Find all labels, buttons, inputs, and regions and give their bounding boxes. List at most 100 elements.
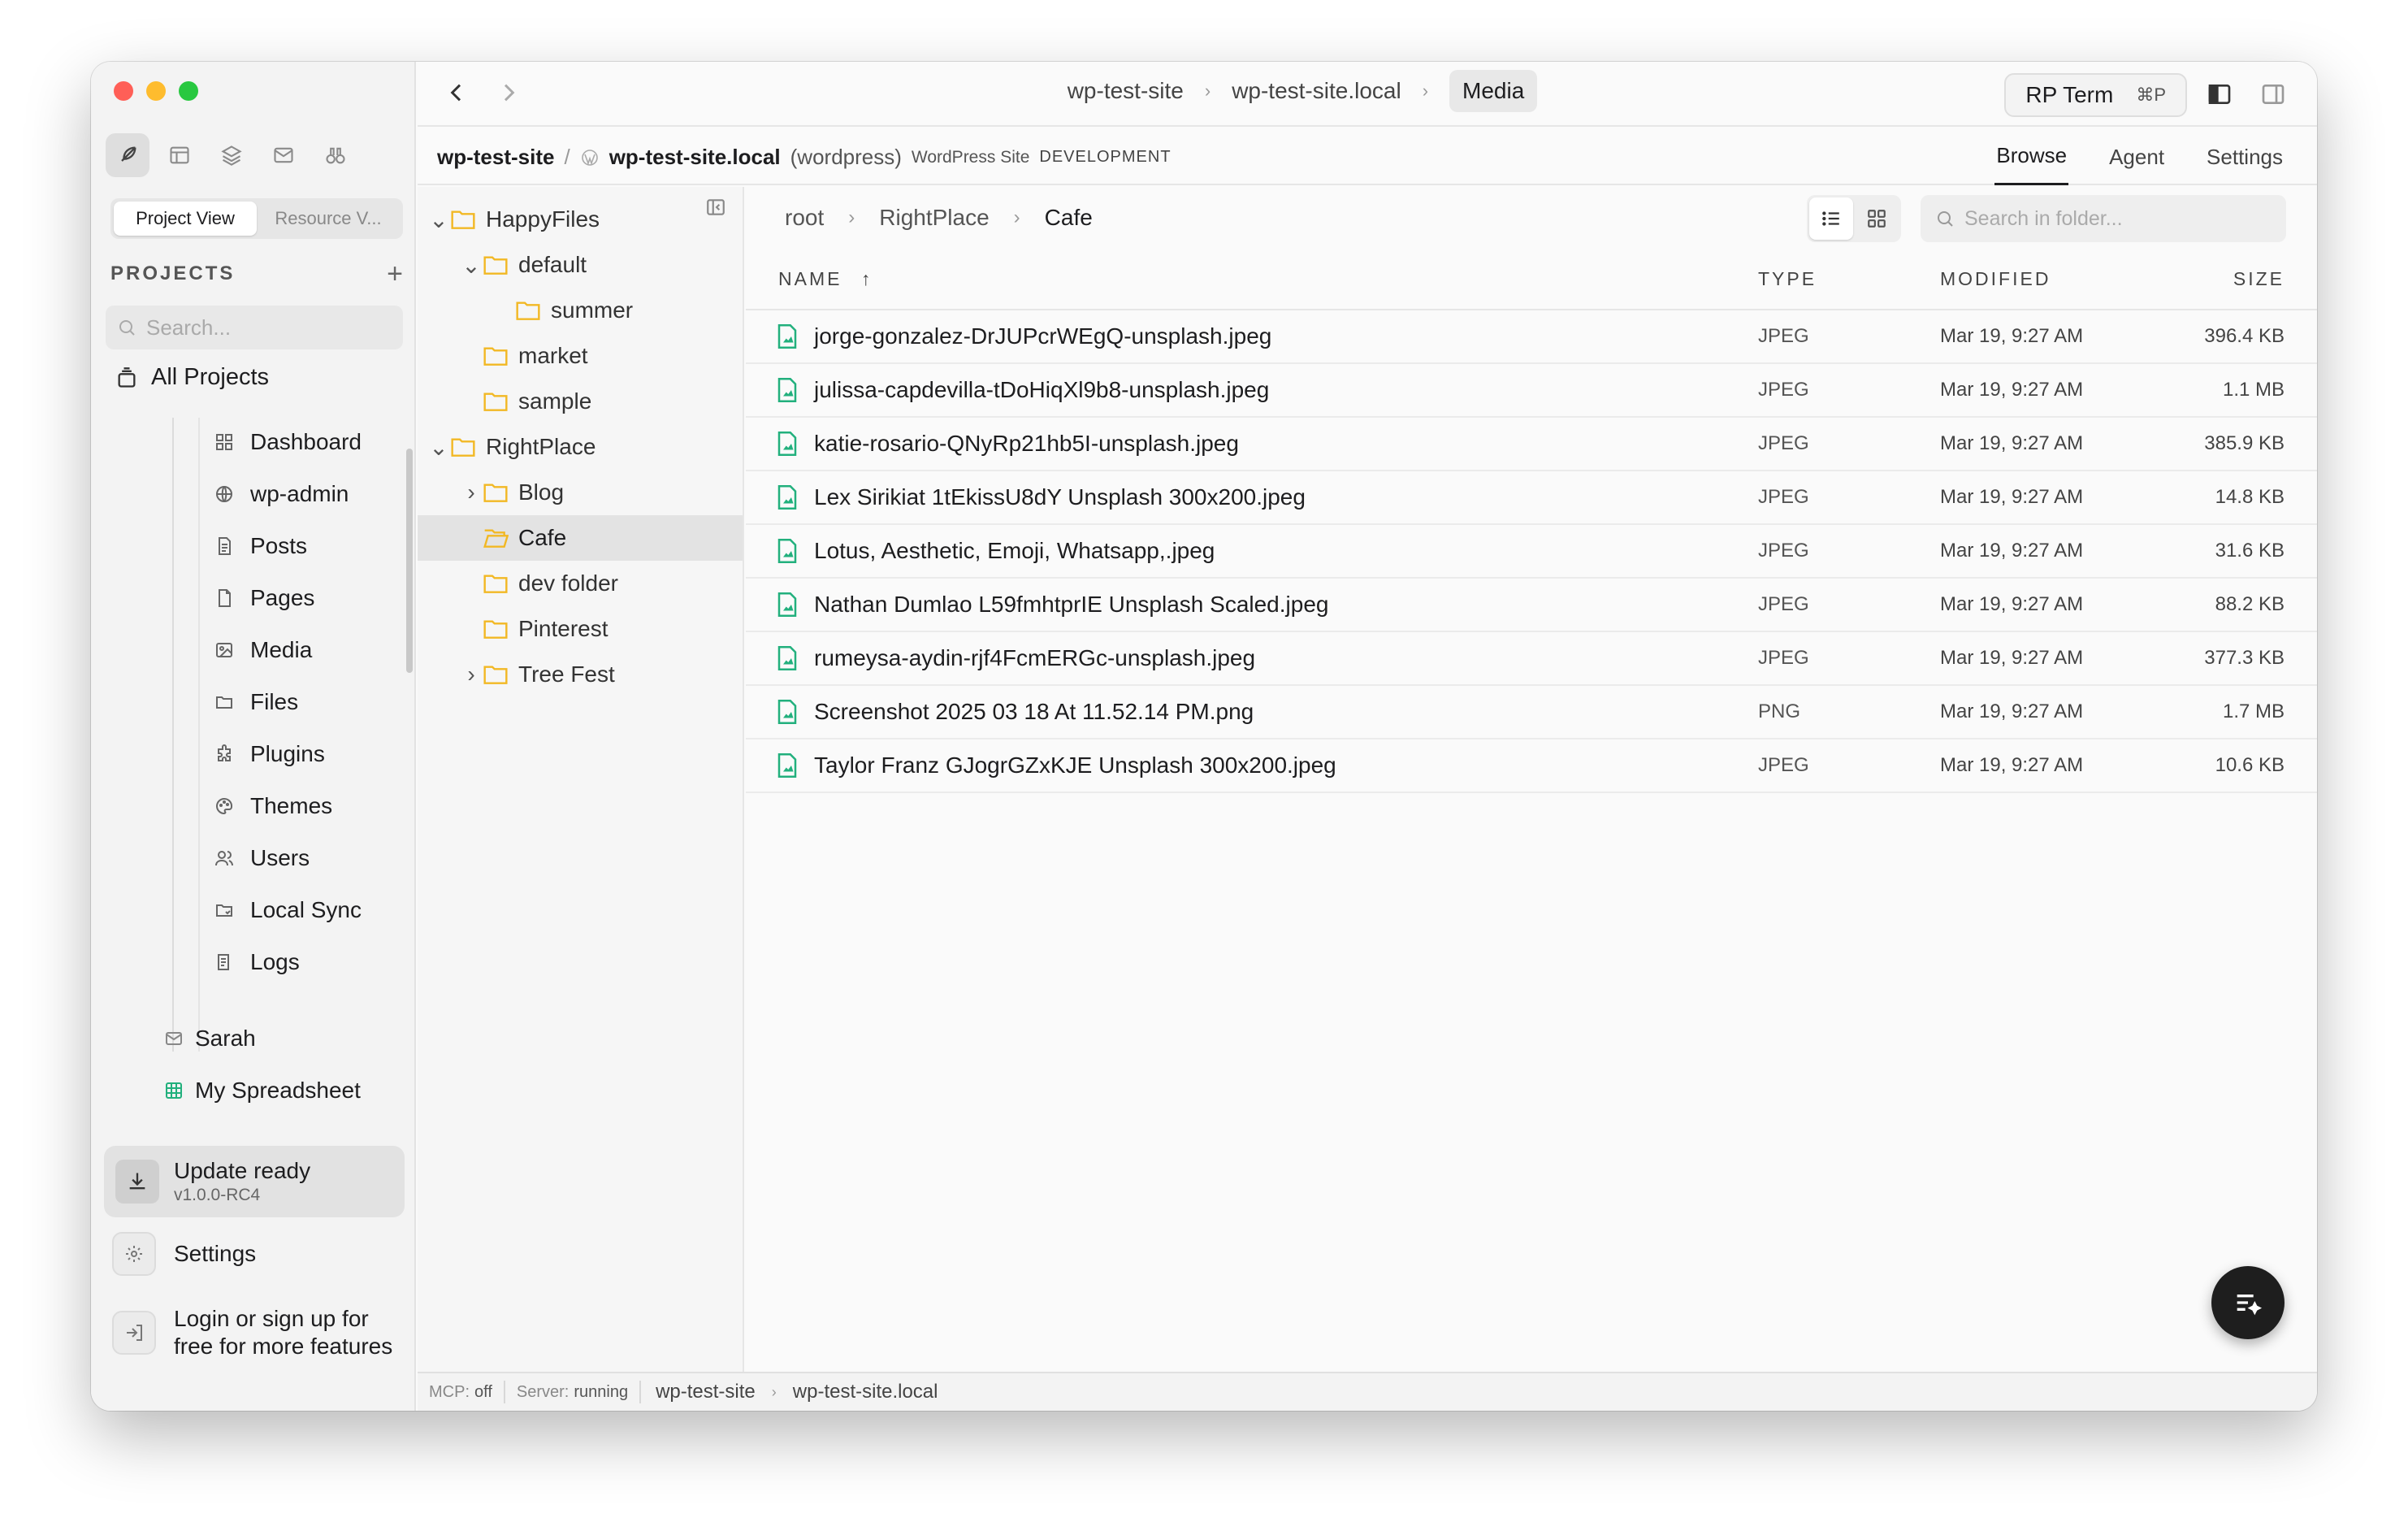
mail-icon[interactable]	[262, 133, 305, 177]
folder-tree-fest[interactable]: › Tree Fest	[418, 652, 743, 697]
nav-item-local-sync[interactable]: Local Sync	[213, 884, 362, 936]
tab-settings[interactable]: Settings	[2205, 128, 2285, 185]
chevron-right-icon[interactable]: ›	[460, 479, 483, 505]
nav-item-logs[interactable]: Logs	[213, 936, 362, 988]
folder-market[interactable]: market	[418, 333, 743, 379]
site-type: WordPress Site	[911, 147, 1030, 167]
nav-item-users[interactable]: Users	[213, 832, 362, 884]
close-window-button[interactable]	[114, 81, 133, 101]
window-controls	[114, 81, 198, 101]
nav-item-plugins[interactable]: Plugins	[213, 728, 362, 780]
folder-search-input[interactable]: Search in folder...	[1921, 195, 2286, 242]
folder-summer[interactable]: summer	[418, 288, 743, 333]
right-panel-toggle-icon[interactable]	[2260, 81, 2286, 107]
server-value: running	[574, 1382, 629, 1401]
column-name-label: NAME	[778, 267, 842, 289]
table-row[interactable]: Lotus, Aesthetic, Emoji, Whatsapp,.jpeg J…	[746, 525, 2317, 579]
folder-label: summer	[551, 297, 634, 323]
breadcrumb-site[interactable]: wp-test-site	[1068, 78, 1184, 104]
sub-item-my-spreadsheet[interactable]: My Spreadsheet	[162, 1065, 361, 1117]
column-type-header[interactable]: TYPE	[1758, 268, 1817, 290]
list-view-icon[interactable]	[1809, 197, 1853, 240]
nav-item-posts[interactable]: Posts	[213, 520, 362, 572]
folder-label: dev folder	[518, 570, 618, 596]
project-view-tab[interactable]: Project View	[114, 202, 257, 236]
column-size-header[interactable]: SIZE	[2233, 268, 2285, 290]
folder-happyfiles[interactable]: ⌄ HappyFiles	[418, 197, 743, 242]
file-type: JPEG	[1758, 540, 1809, 562]
table-row[interactable]: Nathan Dumlao L59fmhtprIE Unsplash Scale…	[746, 579, 2317, 632]
nav-item-label: Local Sync	[250, 897, 362, 922]
file-type: PNG	[1758, 700, 1801, 722]
folder-cafe[interactable]: Cafe	[418, 515, 743, 561]
all-projects-item[interactable]: All Projects	[115, 364, 269, 391]
sidebar-scrollbar[interactable]	[406, 449, 413, 673]
gear-icon	[112, 1232, 156, 1276]
status-site[interactable]: wp-test-site	[656, 1381, 756, 1403]
folder-sample[interactable]: sample	[418, 379, 743, 424]
table-row[interactable]: rumeysa-aydin-rjf4FcmERGc-unsplash.jpeg J…	[746, 632, 2317, 686]
table-row[interactable]: katie-rosario-QNyRp21hb5I-unsplash.jpeg J…	[746, 418, 2317, 471]
login-button[interactable]: Login or sign up for free for more featu…	[112, 1305, 405, 1360]
breadcrumb-domain[interactable]: wp-test-site.local	[1232, 78, 1401, 104]
update-ready-card[interactable]: Update ready v1.0.0-RC4	[104, 1146, 405, 1217]
column-modified-header[interactable]: MODIFIED	[1940, 268, 2051, 290]
folder-label: HappyFiles	[486, 206, 600, 232]
projects-heading: PROJECTS	[110, 262, 236, 284]
resource-view-tab[interactable]: Resource V...	[257, 202, 400, 236]
file-modified: Mar 19, 9:27 AM	[1940, 647, 2084, 669]
nav-item-pages[interactable]: Pages	[213, 572, 362, 624]
left-panel-toggle-icon[interactable]	[2207, 81, 2233, 107]
folder-icon	[483, 666, 508, 684]
file-modified: Mar 19, 9:27 AM	[1940, 486, 2084, 508]
chevron-right-icon[interactable]: ›	[460, 661, 483, 687]
nav-item-media[interactable]: Media	[213, 624, 362, 676]
chevron-down-icon[interactable]: ⌄	[460, 252, 483, 279]
status-domain[interactable]: wp-test-site.local	[793, 1381, 938, 1403]
site-domain[interactable]: wp-test-site.local	[609, 145, 781, 170]
column-name-header[interactable]: NAME ↑	[778, 268, 873, 290]
path-current[interactable]: Cafe	[1045, 205, 1093, 231]
chevron-down-icon[interactable]: ⌄	[427, 206, 450, 233]
nav-item-wp-admin[interactable]: wp-admin	[213, 468, 362, 520]
folder-pinterest[interactable]: Pinterest	[418, 606, 743, 652]
path-root[interactable]: root	[785, 205, 824, 231]
table-row[interactable]: julissa-capdevilla-tDoHiqXl9b8-unsplash.…	[746, 364, 2317, 418]
table-row[interactable]: jorge-gonzalez-DrJUPcrWEgQ-unsplash.jpeg…	[746, 310, 2317, 364]
table-header: NAME ↑ TYPE MODIFIED SIZE	[746, 249, 2317, 310]
sub-item-sarah[interactable]: Sarah	[162, 1013, 361, 1065]
rp-term-button[interactable]: RP Term ⌘P	[2004, 73, 2187, 117]
minimize-window-button[interactable]	[146, 81, 166, 101]
folder-rightplace[interactable]: ⌄ RightPlace	[418, 424, 743, 470]
folder-label: Cafe	[518, 525, 567, 550]
table-row[interactable]: Lex Sirikiat 1tEkissU8dY Unsplash 300x20…	[746, 471, 2317, 525]
sidebar-settings-button[interactable]: Settings	[112, 1232, 256, 1276]
tab-browse[interactable]: Browse	[1994, 128, 2069, 185]
table-row[interactable]: Taylor Franz GJogrGZxKJE Unsplash 300x20…	[746, 739, 2317, 793]
path-rightplace[interactable]: RightPlace	[879, 205, 989, 231]
ai-assistant-button[interactable]	[2211, 1266, 2285, 1339]
folder-default[interactable]: ⌄ default	[418, 242, 743, 288]
folder-label: Pinterest	[518, 616, 608, 641]
sidebar-search-input[interactable]: Search...	[106, 306, 403, 349]
site-name[interactable]: wp-test-site	[437, 145, 554, 170]
add-project-button[interactable]: +	[387, 260, 403, 288]
table-row[interactable]: Screenshot 2025 03 18 At 11.52.14 PM.png…	[746, 686, 2317, 739]
chevron-down-icon[interactable]: ⌄	[427, 434, 450, 461]
layers-icon[interactable]	[210, 133, 253, 177]
zoom-window-button[interactable]	[179, 81, 198, 101]
grid-view-icon[interactable]	[1855, 197, 1899, 240]
file-size: 88.2 KB	[2215, 593, 2285, 615]
folder-label: market	[518, 343, 588, 368]
folder-dev-folder[interactable]: dev folder	[418, 561, 743, 606]
nav-item-dashboard[interactable]: Dashboard	[213, 416, 362, 468]
nav-item-themes[interactable]: Themes	[213, 780, 362, 832]
nav-item-files[interactable]: Files	[213, 676, 362, 728]
layout-icon[interactable]	[158, 133, 201, 177]
breadcrumb-current[interactable]: Media	[1449, 70, 1538, 112]
binoculars-icon[interactable]	[314, 133, 357, 177]
folder-blog[interactable]: › Blog	[418, 470, 743, 515]
file-size: 1.7 MB	[2222, 700, 2285, 722]
tab-agent[interactable]: Agent	[2107, 128, 2166, 185]
feather-icon[interactable]	[106, 133, 149, 177]
